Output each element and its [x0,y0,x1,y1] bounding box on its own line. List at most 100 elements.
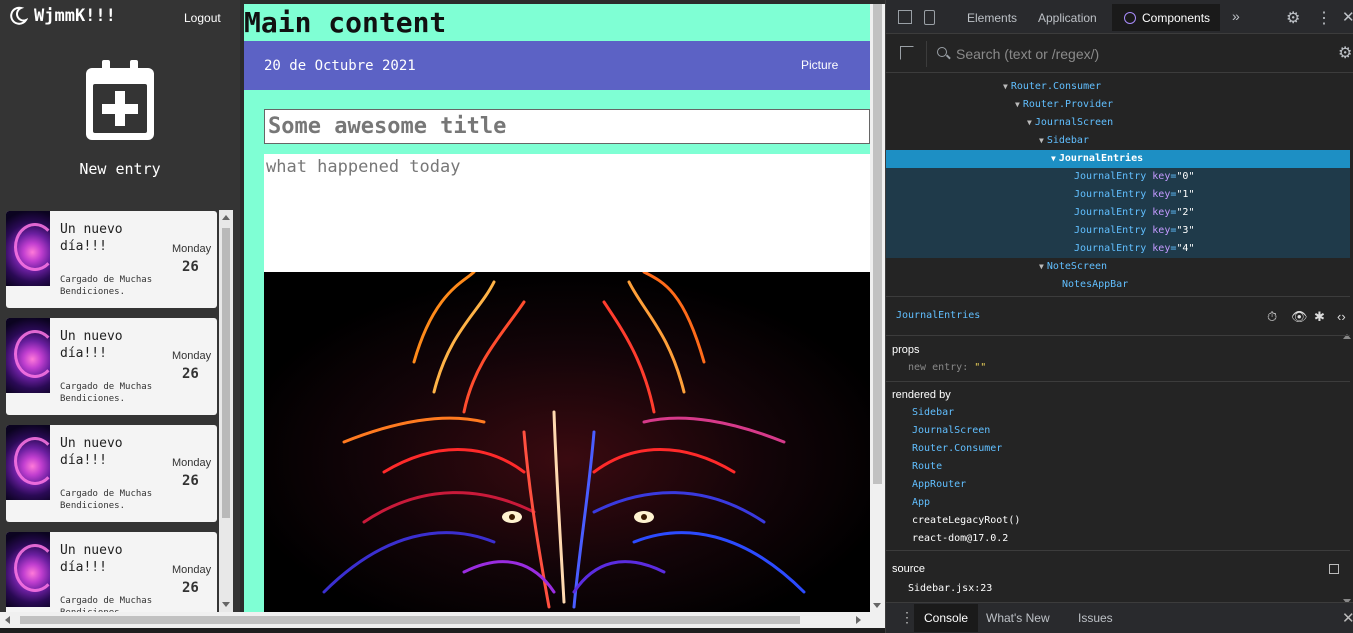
notes-appbar: 20 de Octubre 2021 Picture [244,41,870,90]
settings-gear-icon[interactable]: ⚙ [1286,8,1300,28]
drawer-menu-icon[interactable]: ⋮ [900,609,914,626]
close-drawer-icon[interactable]: ✕ [1342,609,1353,627]
devtools-drawer: ⋮ Console What's New Issues ✕ [886,602,1353,633]
tree-node[interactable]: NotesAppBar [886,276,1350,294]
tree-node[interactable]: JournalEntry key="3" [886,222,1350,240]
selected-component-name: JournalEntries [896,310,981,321]
tree-node[interactable]: ▼ Router.Consumer [886,78,1350,96]
tree-node[interactable]: ▼ Sidebar [886,132,1350,150]
tree-node[interactable]: ▼ NoteScreen [886,258,1350,276]
journal-entries: Un nuevo día!!! Monday 26 Cargado de Muc… [0,210,234,612]
journal-entry[interactable]: Un nuevo día!!! Monday 26 Cargado de Muc… [6,211,217,308]
tab-components[interactable]: Components [1112,4,1221,31]
journal-entry[interactable]: Un nuevo día!!! Monday 26 Cargado de Muc… [6,425,217,522]
tree-node-selected[interactable]: ▼ JournalEntries [886,150,1350,168]
rendered-by-item[interactable]: JournalScreen [912,425,990,436]
tree-node[interactable]: JournalEntry key="0" [886,168,1350,186]
key-attr-name: key [1152,225,1171,236]
note-body-input[interactable] [264,154,870,272]
component-search-input[interactable] [956,43,1316,65]
tree-node-label: Router.Provider [1022,99,1114,110]
source-file[interactable]: Sidebar.jsx:23 [908,583,992,594]
wolf-image-graphic [264,272,870,612]
caret-down-icon: ▼ [1039,262,1044,271]
journal-entry[interactable]: Un nuevo día!!! Monday 26 Cargado de Muc… [6,532,217,612]
drawer-tab-whats-new[interactable]: What's New [986,611,1050,625]
more-tabs-icon[interactable]: » [1232,8,1240,24]
select-component-icon[interactable] [900,46,914,60]
devtools-tabbar: Elements Application Components » ⚙ ⋮ ✕ [886,0,1353,34]
note-date: 20 de Octubre 2021 [264,58,416,74]
props-section: props new entry: "" [886,344,1350,382]
tab-elements[interactable]: Elements [967,11,1017,25]
new-entry-label: New entry [79,160,161,178]
main-area: Main content 20 de Octubre 2021 Picture [240,0,885,612]
scroll-left-icon[interactable] [5,616,10,624]
device-toolbar-icon[interactable] [924,10,935,25]
component-settings-gear-icon[interactable]: ⚙ [1338,43,1352,63]
journal-entry[interactable]: Un nuevo día!!! Monday 26 Cargado de Muc… [6,318,217,415]
entry-body: Cargado de Muchas Bendiciones. [60,489,153,511]
view-source-icon[interactable]: ‹› [1337,309,1346,324]
component-tree: ▼ Router.Consumer ▼ Router.Provider ▼ Journ… [886,78,1350,294]
rendered-by-item[interactable]: Sidebar [912,407,954,418]
rendered-by-item[interactable]: Route [912,461,942,472]
divider [926,41,927,67]
rendered-by-item[interactable]: Router.Consumer [912,443,1002,454]
calendar-plus-icon [86,60,154,140]
tree-node[interactable]: JournalEntry key="2" [886,204,1350,222]
main-content: Main content 20 de Octubre 2021 Picture [244,4,870,612]
entry-title: Un nuevo día!!! [60,329,123,361]
tree-node[interactable]: JournalEntry key="4" [886,240,1350,258]
key-attr-value: "1" [1176,189,1195,200]
tree-node[interactable]: ▼ Router.Provider [886,96,1350,114]
scroll-down-icon[interactable] [873,603,881,608]
sidebar-header: WjmmK!!! [8,6,116,26]
entry-body: Cargado de Muchas Bendiciones. [60,596,153,612]
moon-icon [10,6,28,25]
timer-icon[interactable]: ⏱ [1267,309,1277,325]
note-title-input[interactable] [264,109,870,144]
entry-weekday: Monday [172,350,212,362]
prop-value: "" [974,362,987,373]
window-bottom-edge [0,628,885,633]
main-scrollbar[interactable] [870,4,885,612]
key-value: 3 [1182,225,1189,236]
prop-row[interactable]: new entry: "" [908,362,986,373]
tree-node-label: JournalEntry [1074,189,1147,200]
tree-node[interactable]: ▼ JournalScreen [886,114,1350,132]
entries-scrollbar[interactable] [219,210,233,612]
tab-application[interactable]: Application [1038,11,1097,25]
inspect-element-icon[interactable] [898,10,912,24]
close-icon[interactable]: ✕ [1342,8,1353,26]
more-options-icon[interactable]: ⋮ [1316,8,1332,28]
new-entry-button[interactable]: New entry [0,58,240,178]
eye-icon[interactable]: 👁 [1291,309,1308,325]
scroll-right-icon[interactable] [856,616,861,624]
tree-node-label: NotesAppBar [1062,279,1129,290]
horizontal-scrollbar[interactable] [0,612,885,628]
tree-node-label: Router.Consumer [1010,81,1102,92]
source-title: source [892,563,926,575]
drawer-tab-console[interactable]: Console [914,604,979,632]
tree-node-label: JournalEntry [1074,225,1147,236]
tree-node[interactable]: JournalEntry key="1" [886,186,1350,204]
bug-icon[interactable]: ✱ [1314,309,1325,325]
picture-button[interactable]: Picture [801,58,838,72]
tree-node-label: Sidebar [1046,135,1089,146]
rendered-by-item[interactable]: App [912,497,930,508]
scroll-up-icon[interactable] [222,215,230,220]
scrollbar-thumb[interactable] [873,4,882,484]
scroll-down-icon[interactable] [222,602,230,607]
rendered-by-section: rendered by Sidebar JournalScreen Router… [886,389,1350,551]
drawer-tab-issues[interactable]: Issues [1078,611,1113,625]
entry-weekday: Monday [172,457,212,469]
key-attr-value: "0" [1176,171,1195,182]
scrollbar-thumb[interactable] [222,228,230,518]
tree-node-label: JournalEntries [1058,153,1144,164]
tab-components-label: Components [1142,11,1211,25]
rendered-by-item[interactable]: AppRouter [912,479,966,490]
scrollbar-thumb[interactable] [20,616,800,624]
logout-button[interactable]: Logout [184,11,221,25]
copy-icon[interactable] [1329,564,1339,574]
